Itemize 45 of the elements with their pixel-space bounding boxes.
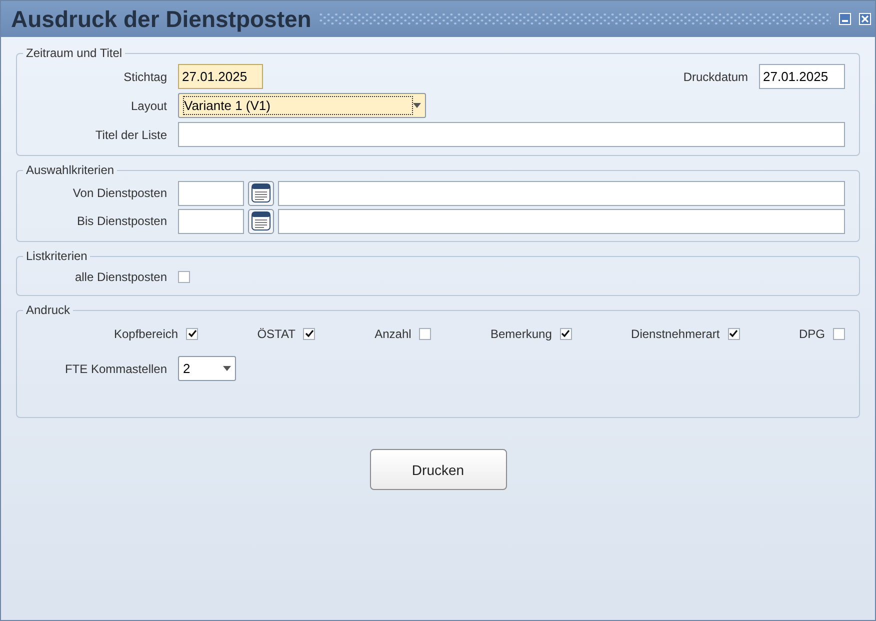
list-icon [251, 183, 271, 203]
close-button[interactable] [859, 13, 871, 25]
field-label: Druckdatum [682, 70, 749, 84]
section-legend: Zeitraum und Titel [23, 46, 126, 60]
field-label: Von Dienstposten [72, 186, 168, 200]
field-label: alle Dienstposten [74, 270, 168, 284]
close-icon [861, 15, 869, 23]
field-label: FTE Kommastellen [64, 362, 168, 376]
field-label: Layout [130, 98, 168, 112]
description-field[interactable] [278, 208, 845, 234]
checkbox[interactable] [186, 328, 198, 340]
description-field[interactable] [278, 180, 845, 206]
section-legend: Auswahlkriterien [23, 163, 118, 177]
section-legend: Listkriterien [23, 249, 90, 263]
decimals-dropdown[interactable]: 2 [178, 356, 236, 381]
layout-dropdown[interactable]: Variante 1 (V1) [178, 93, 426, 118]
option-label: Kopfbereich [114, 326, 178, 340]
field-label: Stichtag [122, 70, 168, 84]
option-label: Bemerkung [490, 326, 552, 340]
code-field[interactable] [178, 180, 244, 206]
title-field[interactable] [178, 122, 845, 147]
option-label: DPG [798, 326, 825, 340]
checkbox[interactable] [728, 328, 740, 340]
caret-icon [413, 103, 421, 108]
list-icon [251, 211, 271, 231]
code-field[interactable] [178, 208, 244, 234]
lookup-button[interactable] [248, 180, 274, 206]
date-field[interactable]: 27.01.2025 [759, 64, 845, 89]
checkbox[interactable] [303, 328, 316, 340]
window-title: Ausdruck der Dienstposten [11, 6, 312, 32]
date-field[interactable]: 27.01.2025 [178, 64, 263, 89]
caret-icon [223, 366, 231, 371]
lookup-button[interactable] [248, 208, 274, 234]
minimize-button[interactable] [839, 13, 851, 25]
option-label: Dienstnehmerart [631, 326, 720, 340]
field-label: Bis Dienstposten [76, 214, 168, 228]
checkbox[interactable] [832, 328, 845, 340]
checkbox[interactable] [178, 271, 190, 283]
option-label: ÖSTAT [257, 326, 296, 340]
field-label: Titel der Liste [94, 128, 168, 142]
print-button[interactable]: Drucken [370, 449, 506, 490]
option-label: Anzahl [374, 326, 412, 340]
checkbox[interactable] [419, 328, 432, 340]
checkbox[interactable] [560, 328, 572, 340]
section-legend: Andruck [23, 303, 74, 317]
